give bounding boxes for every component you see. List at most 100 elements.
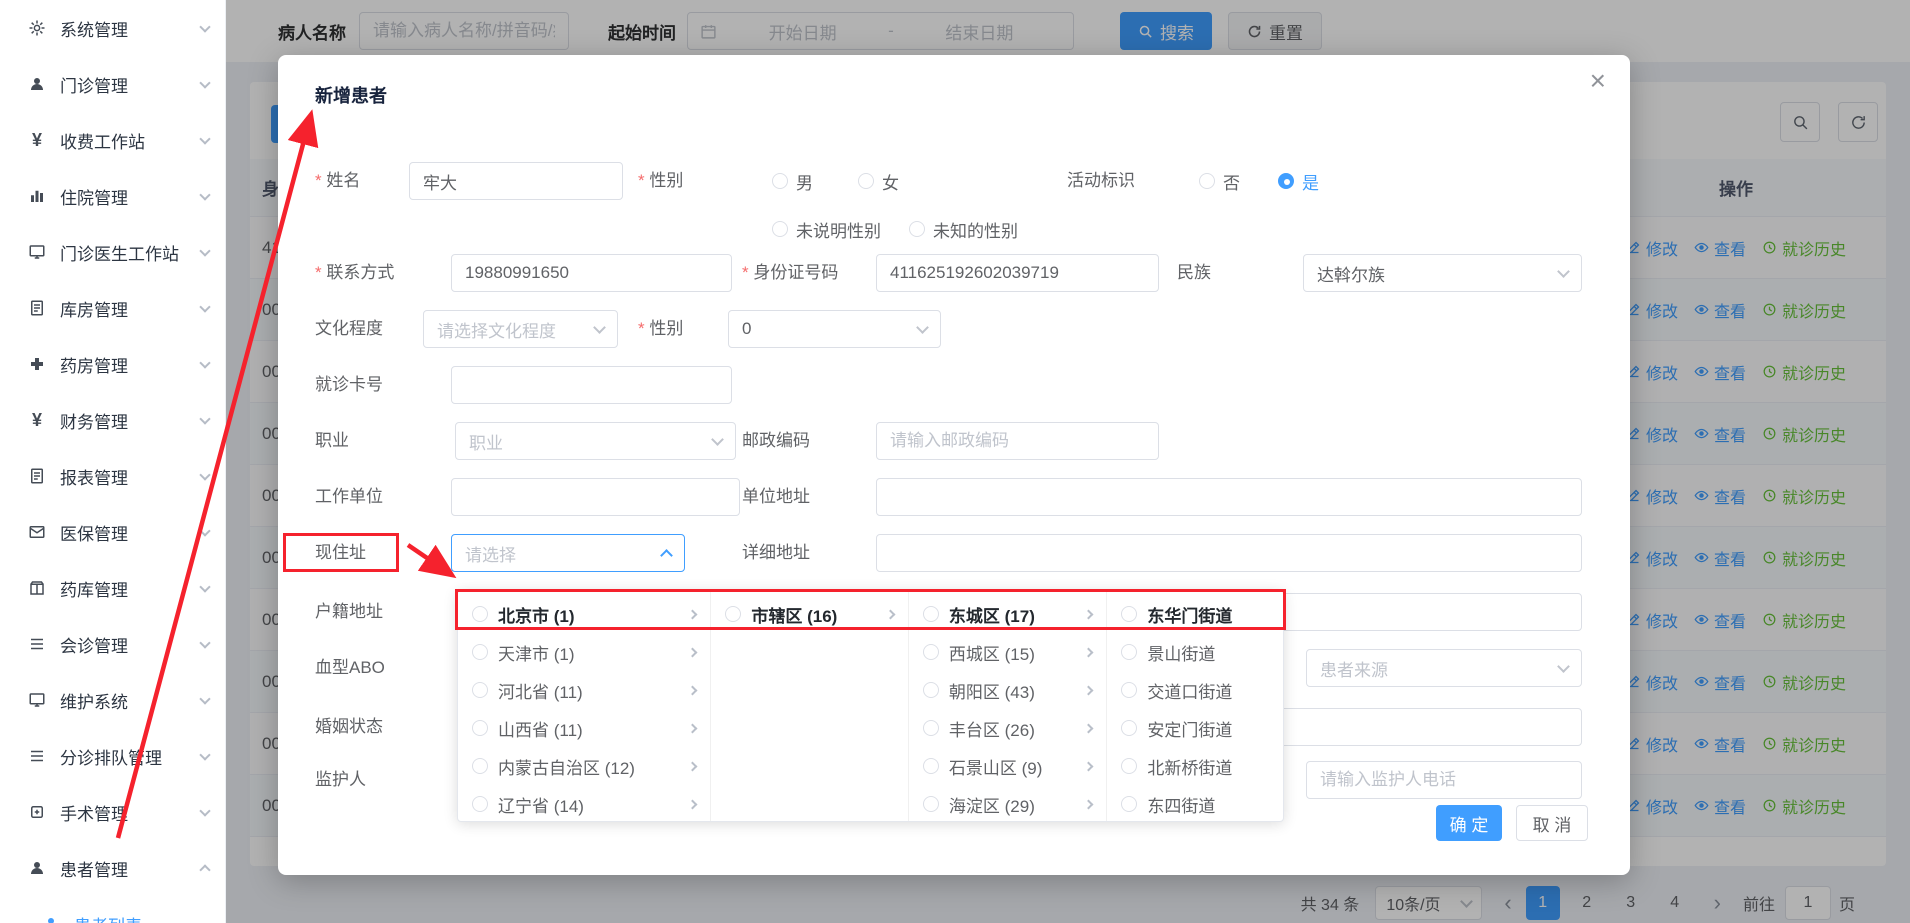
plus-square-icon: [26, 801, 48, 823]
sidebar-item-charging-station[interactable]: ¥ 收费工作站: [0, 112, 225, 168]
cascader-option[interactable]: 朝阳区 (43): [909, 671, 1107, 709]
radio-icon[interactable]: [472, 606, 488, 622]
name-label: 姓名: [315, 162, 360, 200]
work-unit-label: 工作单位: [315, 478, 383, 516]
radio-icon[interactable]: [472, 644, 488, 660]
radio-icon[interactable]: [923, 682, 939, 698]
name-input[interactable]: [409, 162, 623, 200]
radio-icon[interactable]: [923, 644, 939, 660]
cascader-option[interactable]: 东华门街道: [1107, 595, 1283, 633]
chevron-up-icon: [199, 864, 210, 875]
sidebar-item-finance[interactable]: ¥ 财务管理: [0, 392, 225, 448]
active-flag-no-radio[interactable]: 否: [1199, 162, 1240, 200]
sidebar-item-inpatient[interactable]: 住院管理: [0, 168, 225, 224]
sidebar-item-maintenance[interactable]: 维护系统: [0, 672, 225, 728]
radio-icon[interactable]: [923, 758, 939, 774]
cascader-option[interactable]: 山西省 (11): [458, 709, 710, 747]
radio-icon[interactable]: [472, 796, 488, 812]
gender-code-label: 性别: [638, 310, 683, 348]
detail-address-input[interactable]: [876, 534, 1582, 572]
patient-source-select[interactable]: 患者来源: [1306, 649, 1582, 687]
cascader-option[interactable]: 天津市 (1): [458, 633, 710, 671]
box-icon: [26, 577, 48, 599]
sidebar-item-outpatient-doctor[interactable]: 门诊医生工作站: [0, 224, 225, 280]
chevron-down-icon: [199, 525, 210, 536]
radio-icon[interactable]: [1121, 644, 1137, 660]
gender-unknown-radio[interactable]: 未知的性别: [909, 210, 1018, 248]
gender-code-select[interactable]: 0: [728, 310, 941, 348]
sidebar-item-patient-management[interactable]: 患者管理: [0, 840, 225, 896]
cascader-option[interactable]: 内蒙古自治区 (12): [458, 747, 710, 785]
cascader-option[interactable]: 交道口街道: [1107, 671, 1283, 709]
active-flag-yes-radio[interactable]: 是: [1278, 162, 1319, 200]
radio-icon[interactable]: [923, 720, 939, 736]
sidebar-item-surgery[interactable]: 手术管理: [0, 784, 225, 840]
radio-icon[interactable]: [1121, 682, 1137, 698]
radio-icon[interactable]: [923, 606, 939, 622]
cascader-option[interactable]: 辽宁省 (14): [458, 785, 710, 821]
sidebar-item-patient-list[interactable]: 患者列表: [0, 896, 225, 923]
cascader-option[interactable]: 丰台区 (26): [909, 709, 1107, 747]
cascader-option[interactable]: 市辖区 (16): [711, 595, 908, 633]
contact-input[interactable]: [451, 254, 732, 292]
radio-icon[interactable]: [472, 720, 488, 736]
visit-card-input[interactable]: [451, 366, 732, 404]
list-icon: [26, 633, 48, 655]
marital-status-label: 婚姻状态: [315, 708, 383, 746]
work-address-input[interactable]: [876, 478, 1582, 516]
radio-icon[interactable]: [725, 606, 741, 622]
education-select[interactable]: 请选择文化程度: [423, 310, 618, 348]
radio-icon[interactable]: [1121, 720, 1137, 736]
gender-unspecified-radio[interactable]: 未说明性别: [772, 210, 881, 248]
chevron-down-icon: [916, 321, 929, 334]
cascader-option[interactable]: 景山街道: [1107, 633, 1283, 671]
cascader-option[interactable]: 河北省 (11): [458, 671, 710, 709]
ethnicity-select[interactable]: 达斡尔族: [1303, 254, 1582, 292]
gender-female-radio[interactable]: 女: [858, 162, 899, 200]
radio-icon[interactable]: [923, 796, 939, 812]
occupation-select[interactable]: 职业: [455, 422, 736, 460]
guardian-phone-input[interactable]: [1306, 761, 1582, 799]
cancel-button[interactable]: 取 消: [1516, 805, 1588, 841]
radio-icon[interactable]: [472, 682, 488, 698]
radio-icon[interactable]: [472, 758, 488, 774]
sidebar-item-consultation[interactable]: 会诊管理: [0, 616, 225, 672]
sidebar: 系统管理 门诊管理 ¥ 收费工作站 住院管理 门诊医生工作站 库房管理 药房管理…: [0, 0, 226, 923]
current-address-select[interactable]: 请选择: [451, 534, 685, 572]
chevron-down-icon: [199, 77, 210, 88]
sidebar-item-medical-insurance[interactable]: 医保管理: [0, 504, 225, 560]
sidebar-item-pharmacy[interactable]: 药房管理: [0, 336, 225, 392]
sidebar-item-warehouse[interactable]: 库房管理: [0, 280, 225, 336]
chevron-right-icon: [1084, 723, 1094, 733]
radio-icon[interactable]: [1121, 796, 1137, 812]
cascader-option[interactable]: 海淀区 (29): [909, 785, 1107, 821]
sidebar-item-reports[interactable]: 报表管理: [0, 448, 225, 504]
radio-icon[interactable]: [1121, 758, 1137, 774]
chevron-down-icon: [199, 693, 210, 704]
chevron-right-icon: [1084, 609, 1094, 619]
close-icon[interactable]: ×: [1590, 67, 1606, 95]
cascader-option[interactable]: 西城区 (15): [909, 633, 1107, 671]
cascader-district-column: 东城区 (17)西城区 (15)朝阳区 (43)丰台区 (26)石景山区 (9)…: [909, 591, 1108, 821]
sidebar-item-triage-queue[interactable]: 分诊排队管理: [0, 728, 225, 784]
work-unit-input[interactable]: [451, 478, 740, 516]
sidebar-item-outpatient[interactable]: 门诊管理: [0, 56, 225, 112]
sidebar-item-drug-storage[interactable]: 药库管理: [0, 560, 225, 616]
monitor-icon: [26, 241, 48, 263]
cascader-option[interactable]: 东城区 (17): [909, 595, 1107, 633]
chevron-right-icon: [1084, 799, 1094, 809]
cascader-option[interactable]: 北京市 (1): [458, 595, 710, 633]
postal-code-input[interactable]: [876, 422, 1159, 460]
cascader-option[interactable]: 东四街道: [1107, 785, 1283, 821]
cascader-option[interactable]: 北新桥街道: [1107, 747, 1283, 785]
cascader-option[interactable]: 石景山区 (9): [909, 747, 1107, 785]
radio-icon[interactable]: [1121, 606, 1137, 622]
id-number-input[interactable]: [876, 254, 1159, 292]
gender-male-radio[interactable]: 男: [772, 162, 813, 200]
chevron-down-icon: [199, 133, 210, 144]
cascader-option[interactable]: 安定门街道: [1107, 709, 1283, 747]
sidebar-item-system[interactable]: 系统管理: [0, 0, 225, 56]
confirm-button[interactable]: 确 定: [1436, 805, 1502, 841]
id-number-label: 身份证号码: [742, 254, 838, 292]
chevron-down-icon: [593, 321, 606, 334]
